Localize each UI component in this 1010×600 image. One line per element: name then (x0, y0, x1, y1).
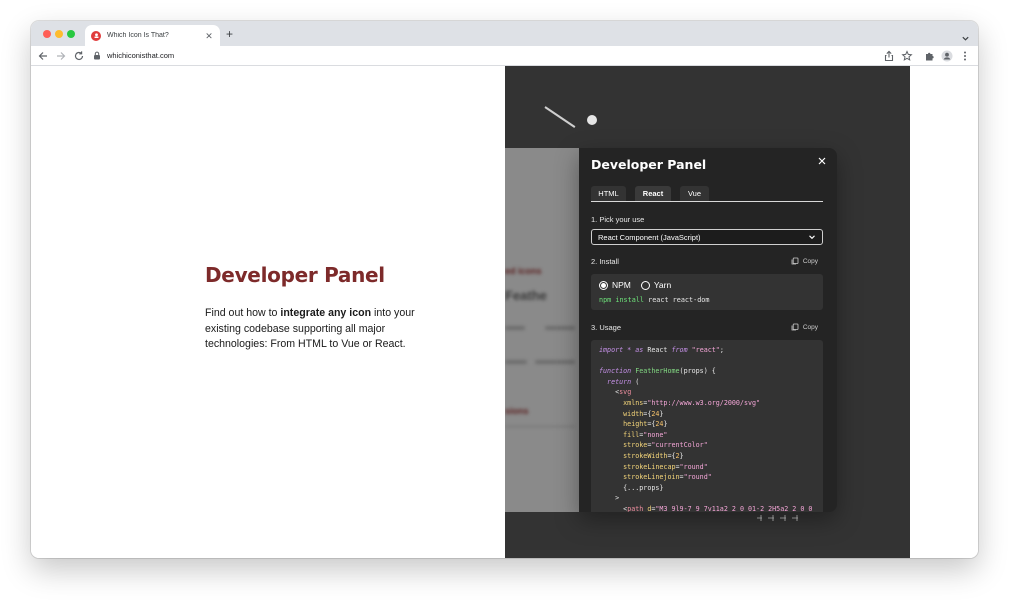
decorative-dot (587, 115, 597, 125)
forward-arrow-icon[interactable] (55, 50, 67, 62)
browser-tab[interactable]: Which Icon Is That? ✕ (85, 25, 220, 46)
address-bar[interactable]: whichiconisthat.com (93, 47, 898, 64)
page-content: Developer Panel Find out how to integrat… (31, 66, 978, 558)
favicon-icon (91, 30, 101, 41)
code-line: width={24} (599, 409, 664, 418)
code-line: <svg (599, 388, 632, 397)
copy-icon (791, 323, 799, 331)
usage-code-block[interactable]: import * as React from "react"; function… (591, 340, 823, 512)
extensions-puzzle-icon[interactable] (924, 50, 936, 62)
radio-unchecked-icon (640, 280, 650, 290)
code-line: return ( (599, 377, 640, 386)
new-tab-button[interactable]: + (226, 27, 233, 41)
blurred-site-preview: ed icons Feathe sions (505, 148, 585, 512)
profile-avatar-icon[interactable] (941, 50, 953, 62)
preview-bar (545, 326, 575, 330)
copy-label: Copy (802, 257, 818, 265)
preview-label: sions (505, 406, 529, 416)
minimize-window-button[interactable] (55, 30, 63, 38)
code-line: strokeWidth={2} (599, 451, 684, 460)
preview-divider (505, 426, 575, 427)
tab-close-icon[interactable]: ✕ (204, 31, 214, 41)
pick-use-label: 1. Pick your use (591, 215, 645, 224)
close-icon[interactable] (817, 156, 827, 166)
code-text: import * as React from "react"; function… (599, 345, 815, 512)
reload-icon[interactable] (73, 50, 85, 62)
radio-npm[interactable]: NPM (599, 280, 631, 290)
radio-checked-icon (599, 280, 608, 290)
hero-description-bold: integrate any icon (280, 307, 372, 319)
preview-label: ed icons (505, 266, 542, 276)
copy-usage-button[interactable]: Copy (791, 323, 818, 331)
decorative-line (544, 106, 576, 128)
browser-toolbar: whichiconisthat.com (31, 46, 978, 66)
code-line: import * as React from "react"; (599, 346, 724, 354)
code-line: fill="none" (599, 430, 668, 439)
back-arrow-icon[interactable] (37, 50, 49, 62)
code-line: > (599, 494, 620, 503)
use-select[interactable]: React Component (JavaScript) (591, 229, 823, 245)
preview-bar (505, 360, 527, 364)
code-line: strokeLinecap="round" (599, 462, 708, 471)
code-line: stroke="currentColor" (599, 441, 708, 450)
install-label: 2. Install (591, 257, 619, 266)
tab-title: Which Icon Is That? (107, 32, 169, 39)
preview-logo: Feathe (505, 288, 547, 303)
lock-icon (94, 51, 100, 60)
framework-tabs: HTML React Vue (591, 186, 823, 202)
copy-install-button[interactable]: Copy (791, 257, 818, 265)
url-text: whichiconisthat.com (107, 51, 175, 60)
install-box: NPM Yarn npm install react react-dom (591, 274, 823, 310)
panel-title: Developer Panel (591, 157, 707, 172)
radio-yarn[interactable]: Yarn (640, 280, 672, 290)
maximize-window-button[interactable] (67, 30, 75, 38)
developer-panel: Developer Panel HTML React Vue 1. Pick y… (579, 148, 837, 512)
code-line: strokeLinejoin="round" (599, 473, 712, 482)
copy-label: Copy (802, 323, 818, 331)
hero-title: Developer Panel (205, 263, 385, 287)
preview-bar (505, 326, 525, 330)
install-command: npm install react react-dom (599, 296, 710, 304)
tab-html[interactable]: HTML (591, 186, 626, 201)
use-select-value: React Component (JavaScript) (598, 232, 701, 242)
tab-strip: Which Icon Is That? ✕ + (31, 21, 978, 46)
radio-yarn-label: Yarn (653, 280, 672, 290)
browser-window: Which Icon Is That? ✕ + whichiconisthat.… (31, 21, 978, 558)
preview-bar (535, 360, 575, 364)
code-line: function FeatherHome(props) { (599, 367, 716, 376)
code-line: height={24} (599, 420, 668, 429)
hero-description: Find out how to integrate any icon into … (205, 307, 415, 350)
usage-label: 3. Usage (591, 323, 622, 332)
chevron-down-icon (809, 235, 815, 240)
kebab-menu-icon[interactable] (959, 50, 971, 62)
copy-icon (791, 257, 799, 265)
share-icon[interactable] (883, 50, 895, 62)
radio-npm-label: NPM (612, 280, 631, 290)
tab-vue[interactable]: Vue (680, 186, 709, 201)
code-line: <path d="M3 9l9-7 9 7v11a2 2 0 01-2 2H5a… (599, 504, 813, 512)
code-line: xmlns="http://www.w3.org/2000/svg" (599, 398, 761, 407)
code-line: {...props} (599, 483, 664, 492)
tab-react[interactable]: React (635, 186, 671, 201)
tab-search-chevron-icon[interactable] (961, 30, 970, 41)
close-window-button[interactable] (43, 30, 51, 38)
bookmark-star-icon[interactable] (901, 50, 913, 62)
